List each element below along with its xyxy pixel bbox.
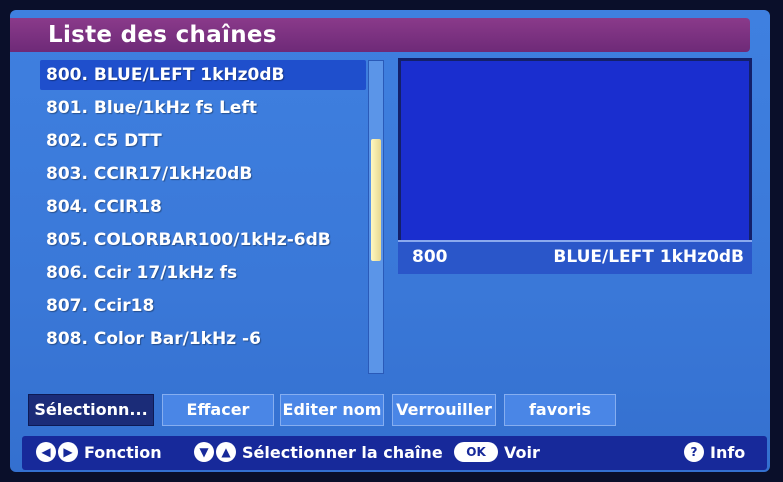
help-function: ◀ ▶ Fonction <box>36 442 162 462</box>
ok-button-icon: OK <box>454 442 498 462</box>
channel-row[interactable]: 800. BLUE/LEFT 1kHz0dB <box>40 60 366 90</box>
right-arrow-icon: ▶ <box>58 442 78 462</box>
channel-list: 800. BLUE/LEFT 1kHz0dB 801. Blue/1kHz fs… <box>40 60 370 370</box>
help-select-channel: ▼ ▲ Sélectionner la chaîne <box>194 442 443 462</box>
help-view-label: Voir <box>504 442 540 462</box>
lock-button[interactable]: Verrouiller <box>392 394 496 426</box>
help-select-channel-label: Sélectionner la chaîne <box>242 442 443 462</box>
channel-row[interactable]: 803. CCIR17/1kHz0dB <box>40 159 366 189</box>
scrollbar-thumb[interactable] <box>371 139 381 261</box>
help-bar: ◀ ▶ Fonction ▼ ▲ Sélectionner la chaîne … <box>22 436 767 470</box>
info-icon: ? <box>684 442 704 462</box>
edit-name-button[interactable]: Editer nom <box>280 394 384 426</box>
preview-channel-number: 800 <box>412 247 448 267</box>
help-view: OK Voir <box>454 442 540 462</box>
channel-row[interactable]: 802. C5 DTT <box>40 126 366 156</box>
help-function-label: Fonction <box>84 442 162 462</box>
delete-button[interactable]: Effacer <box>162 394 274 426</box>
channel-row[interactable]: 807. Ccir18 <box>40 291 366 321</box>
channel-row[interactable]: 805. COLORBAR100/1kHz-6dB <box>40 225 366 255</box>
down-arrow-icon: ▼ <box>194 442 214 462</box>
channel-row[interactable]: 804. CCIR18 <box>40 192 366 222</box>
select-button[interactable]: Sélectionn... <box>28 394 154 426</box>
channel-row[interactable]: 801. Blue/1kHz fs Left <box>40 93 366 123</box>
channel-row[interactable]: 806. Ccir 17/1kHz fs <box>40 258 366 288</box>
page-title: Liste des chaînes <box>48 22 277 48</box>
channel-row[interactable]: 808. Color Bar/1kHz -6 <box>40 324 366 354</box>
favorites-button[interactable]: favoris <box>504 394 616 426</box>
help-info: ? Info <box>684 442 745 462</box>
help-info-label: Info <box>710 442 746 462</box>
scrollbar[interactable] <box>368 60 384 374</box>
left-arrow-icon: ◀ <box>36 442 56 462</box>
up-arrow-icon: ▲ <box>216 442 236 462</box>
title-bar: Liste des chaînes <box>10 18 750 52</box>
screen: Liste des chaînes 800. BLUE/LEFT 1kHz0dB… <box>10 10 770 472</box>
preview-channel-name: BLUE/LEFT 1kHz0dB <box>553 247 744 267</box>
preview-caption: 800 BLUE/LEFT 1kHz0dB <box>398 240 752 274</box>
